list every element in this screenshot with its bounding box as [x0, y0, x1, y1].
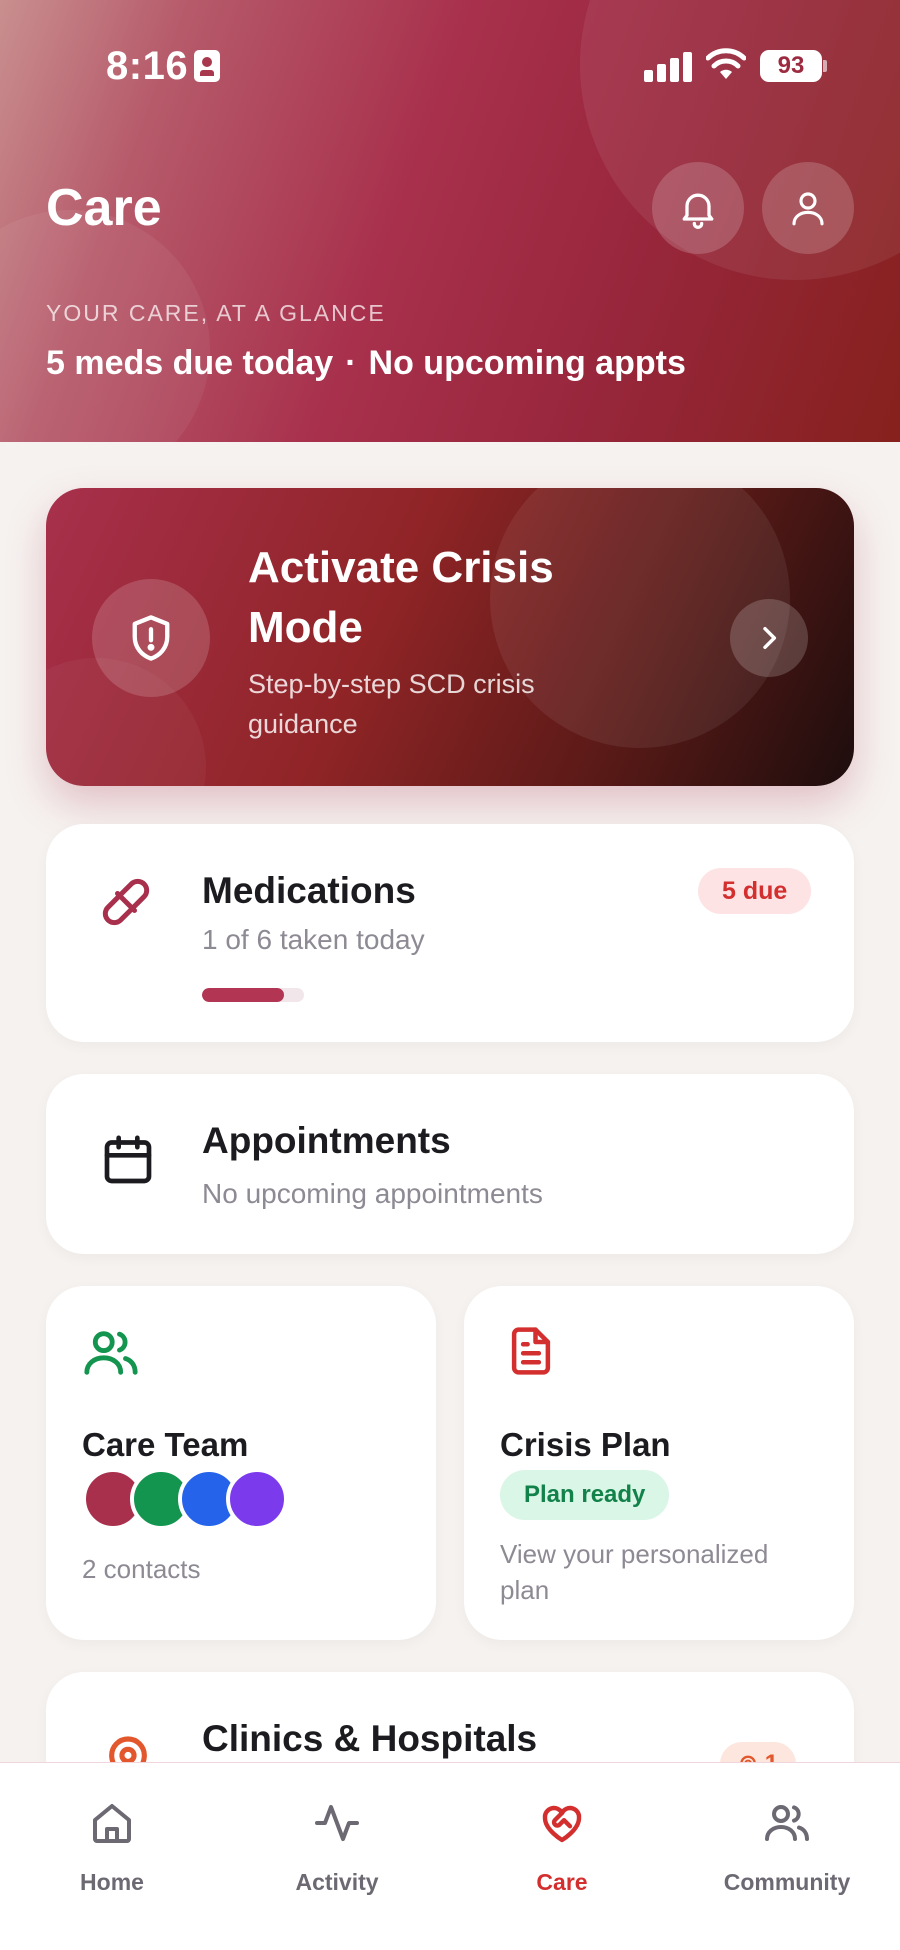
community-icon — [765, 1805, 809, 1841]
document-icon — [511, 1327, 551, 1375]
battery-indicator: 93 — [760, 50, 822, 82]
pill-icon — [102, 878, 150, 926]
crisis-subtitle: Step-by-step SCD crisis guidance — [248, 669, 535, 739]
nav-community[interactable]: Community — [687, 1799, 887, 1896]
clinics-title: Clinics & Hospitals — [202, 1718, 538, 1759]
summary-separator: · — [345, 344, 357, 382]
shield-alert-icon — [132, 615, 170, 661]
activate-crisis-mode-card[interactable]: Activate Crisis Mode Step-by-step SCD cr… — [46, 488, 854, 786]
users-icon — [84, 1331, 138, 1375]
crisis-open-button[interactable] — [730, 599, 808, 677]
crisis-icon-badge — [92, 579, 210, 697]
page-title: Care — [46, 179, 162, 237]
bell-icon — [682, 193, 714, 229]
appointments-subtitle: No upcoming appointments — [202, 1178, 543, 1209]
wifi-icon — [706, 48, 746, 79]
care-team-title: Care Team — [82, 1426, 249, 1463]
nav-care-label: Care — [536, 1869, 588, 1895]
nav-home[interactable]: Home — [12, 1799, 212, 1896]
care-team-avatars — [82, 1468, 302, 1532]
appts-summary: No upcoming appts — [368, 344, 686, 382]
profile-icon — [792, 192, 824, 226]
care-team-contacts: 2 contacts — [82, 1554, 201, 1584]
calendar-icon — [104, 1135, 152, 1184]
status-bar: 8:16 93 — [0, 0, 900, 130]
meds-due-summary: 5 meds due today — [46, 344, 334, 382]
notifications-button[interactable] — [652, 162, 744, 254]
nav-activity-label: Activity — [295, 1869, 379, 1895]
care-team-card[interactable]: Care Team 2 contacts — [46, 1286, 436, 1640]
crisis-plan-subtitle: View your personalized plan — [500, 1539, 769, 1605]
medications-subtitle: 1 of 6 taken today — [202, 924, 425, 955]
crisis-plan-title: Crisis Plan — [500, 1426, 671, 1463]
avatar — [226, 1468, 288, 1530]
chevron-right-icon — [763, 626, 777, 650]
meds-due-badge: 5 due — [698, 868, 812, 914]
appointments-title: Appointments — [202, 1120, 451, 1161]
crisis-title: Activate Crisis Mode — [248, 543, 554, 652]
status-time: 8:16 — [106, 44, 189, 88]
profile-button[interactable] — [762, 162, 854, 254]
medications-card[interactable]: Medications 1 of 6 taken today 5 due — [46, 824, 854, 1042]
medications-title: Medications — [202, 870, 416, 911]
heart-handshake-icon — [542, 1805, 582, 1843]
crisis-plan-card[interactable]: Crisis Plan Plan ready View your persona… — [464, 1286, 854, 1640]
appointments-card[interactable]: Appointments No upcoming appointments — [46, 1074, 854, 1254]
bottom-navigation: Home Activity Care Community — [0, 1762, 900, 1950]
medications-progress — [202, 988, 304, 1002]
contact-card-icon — [194, 50, 220, 82]
cellular-signal-icon — [644, 52, 694, 82]
medications-progress-fill — [202, 988, 284, 1002]
nav-activity[interactable]: Activity — [237, 1799, 437, 1896]
plan-ready-badge: Plan ready — [500, 1470, 670, 1520]
home-icon — [93, 1804, 131, 1843]
activity-icon — [315, 1805, 359, 1841]
nav-home-label: Home — [80, 1869, 144, 1895]
battery-tip — [823, 60, 827, 72]
nav-community-label: Community — [723, 1869, 851, 1895]
glance-label: YOUR CARE, AT A GLANCE — [46, 300, 386, 326]
nav-care[interactable]: Care — [462, 1799, 662, 1896]
care-header: 8:16 93 Care YOUR CARE, AT A GLANCE 5 me — [0, 0, 900, 442]
glance-summary: 5 meds due today · No upcoming appts — [46, 344, 686, 383]
